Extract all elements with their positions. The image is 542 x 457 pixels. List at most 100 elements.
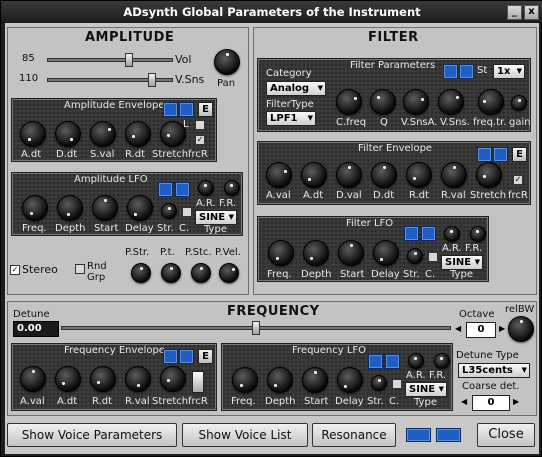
gain-knob[interactable]: [511, 95, 527, 111]
amp-lfo-fr-knob[interactable]: [224, 180, 240, 196]
frenv-edit-button[interactable]: E: [198, 349, 213, 364]
amp-lfo-c-checkbox[interactable]: [182, 207, 192, 217]
flfo-start-knob[interactable]: [338, 240, 364, 266]
frlfo-paste-button[interactable]: [385, 354, 400, 369]
fenv-rdt-knob[interactable]: [406, 162, 432, 188]
linear-checkbox[interactable]: [195, 120, 205, 130]
amp-env-sval-knob[interactable]: [90, 121, 116, 147]
coarse-increment-icon[interactable]: ▶: [513, 397, 519, 406]
frenv-stretch-knob[interactable]: [160, 366, 186, 392]
frcr-checkbox[interactable]: ✓: [195, 135, 205, 145]
show-voice-list-button[interactable]: Show Voice List: [182, 423, 308, 447]
pvel-knob[interactable]: [219, 263, 239, 283]
flfo-fr-knob[interactable]: [470, 226, 486, 242]
fenv-copy-button[interactable]: [477, 147, 492, 162]
fenv-edit-button[interactable]: E: [512, 147, 527, 162]
env-edit-button[interactable]: E: [198, 102, 213, 117]
env-copy-button[interactable]: [163, 102, 178, 117]
frenv-copy-button[interactable]: [163, 349, 178, 364]
flfo-freq-knob[interactable]: [268, 240, 294, 266]
pt-knob[interactable]: [161, 263, 181, 283]
amp-env-stretch-knob[interactable]: [160, 121, 186, 147]
frenv-frcr-toggle[interactable]: [192, 371, 204, 393]
fenv-rval-knob[interactable]: [441, 162, 467, 188]
frlfo-type-dropdown[interactable]: SINE ▼: [405, 382, 447, 397]
amp-lfo-type-dropdown[interactable]: SINE ▼: [195, 210, 237, 225]
frlfo-delay-knob[interactable]: [337, 367, 363, 393]
vsnsa-knob[interactable]: [403, 89, 429, 115]
fenv-dval-knob[interactable]: [336, 162, 362, 188]
pstc-knob[interactable]: [191, 263, 211, 283]
amp-lfo-freq-knob[interactable]: [22, 195, 48, 221]
frenv-aval-knob[interactable]: [20, 366, 46, 392]
stereo-checkbox[interactable]: ✓: [10, 265, 20, 275]
flfo-paste-button[interactable]: [421, 226, 436, 241]
freqtr-knob[interactable]: [478, 89, 504, 115]
relbw-knob[interactable]: [508, 316, 534, 342]
frenv-adt-knob[interactable]: [55, 366, 81, 392]
amp-lfo-ar-knob[interactable]: [198, 180, 214, 196]
paste-all-button[interactable]: [436, 428, 461, 442]
flfo-str-knob[interactable]: [407, 248, 423, 264]
flfo-type-dropdown[interactable]: SINE ▼: [441, 255, 483, 270]
frenv-rval-knob[interactable]: [125, 366, 151, 392]
coarse-spinner[interactable]: 0: [472, 395, 510, 411]
frlfo-copy-button[interactable]: [368, 354, 383, 369]
amp-env-rdt-knob[interactable]: [125, 121, 151, 147]
octave-spinner[interactable]: 0: [466, 322, 496, 338]
frlfo-c-checkbox[interactable]: [392, 379, 402, 389]
frlfo-ar-knob[interactable]: [408, 353, 424, 369]
env-paste-button[interactable]: [179, 102, 194, 117]
fenv-frcr-checkbox[interactable]: ✓: [513, 175, 523, 185]
category-dropdown[interactable]: Analog ▼: [266, 81, 326, 96]
st-dropdown[interactable]: 1x ▼: [493, 64, 525, 79]
filter-paste-button[interactable]: [459, 64, 474, 79]
filter-copy-button[interactable]: [443, 64, 458, 79]
frenv-rdt-knob[interactable]: [90, 366, 116, 392]
frlfo-fr-knob[interactable]: [434, 353, 450, 369]
rnd-grp-checkbox[interactable]: [75, 264, 85, 274]
flfo-c-checkbox[interactable]: [428, 252, 438, 262]
lfo-paste-button[interactable]: [175, 182, 190, 197]
flfo-delay-knob[interactable]: [373, 240, 399, 266]
filtertype-dropdown[interactable]: LPF1 ▼: [266, 111, 316, 126]
minimize-button[interactable]: _: [507, 5, 522, 20]
q-knob[interactable]: [370, 89, 396, 115]
amp-lfo-depth-knob[interactable]: [57, 195, 83, 221]
octave-decrement-icon[interactable]: ◀: [455, 324, 461, 333]
pstr-knob[interactable]: [131, 263, 151, 283]
vsns-slider-thumb[interactable]: [148, 73, 156, 87]
flfo-ar-knob[interactable]: [444, 226, 460, 242]
detune-type-dropdown[interactable]: L35cents ▼: [458, 363, 530, 378]
fenv-ddt-knob[interactable]: [371, 162, 397, 188]
fenv-adt-knob[interactable]: [301, 162, 327, 188]
amp-lfo-start-knob[interactable]: [92, 195, 118, 221]
close-window-button[interactable]: x: [524, 5, 539, 20]
show-voice-parameters-button[interactable]: Show Voice Parameters: [7, 423, 177, 447]
fenv-stretch-knob[interactable]: [476, 162, 502, 188]
amp-lfo-delay-knob[interactable]: [127, 195, 153, 221]
frlfo-depth-knob[interactable]: [267, 367, 293, 393]
copy-all-button[interactable]: [406, 428, 431, 442]
frlfo-freq-knob[interactable]: [232, 367, 258, 393]
pan-knob[interactable]: [214, 49, 240, 75]
flfo-depth-knob[interactable]: [303, 240, 329, 266]
octave-increment-icon[interactable]: ▶: [499, 324, 505, 333]
amp-env-ddt-knob[interactable]: [55, 121, 81, 147]
detune-slider-thumb[interactable]: [252, 321, 260, 335]
amp-lfo-str-knob[interactable]: [161, 203, 177, 219]
resonance-button[interactable]: Resonance: [312, 423, 396, 447]
lfo-copy-button[interactable]: [158, 182, 173, 197]
vol-slider-thumb[interactable]: [125, 53, 133, 67]
frenv-paste-button[interactable]: [179, 349, 194, 364]
coarse-decrement-icon[interactable]: ◀: [461, 397, 467, 406]
cfreq-knob[interactable]: [336, 89, 362, 115]
flfo-copy-button[interactable]: [404, 226, 419, 241]
fenv-paste-button[interactable]: [493, 147, 508, 162]
frlfo-start-knob[interactable]: [302, 367, 328, 393]
title-bar[interactable]: ADsynth Global Parameters of the Instrum…: [1, 1, 542, 23]
amp-env-adt-knob[interactable]: [20, 121, 46, 147]
vsns-filter-knob[interactable]: [438, 89, 464, 115]
close-button[interactable]: Close: [477, 423, 535, 447]
vol-slider-track[interactable]: [47, 58, 173, 62]
